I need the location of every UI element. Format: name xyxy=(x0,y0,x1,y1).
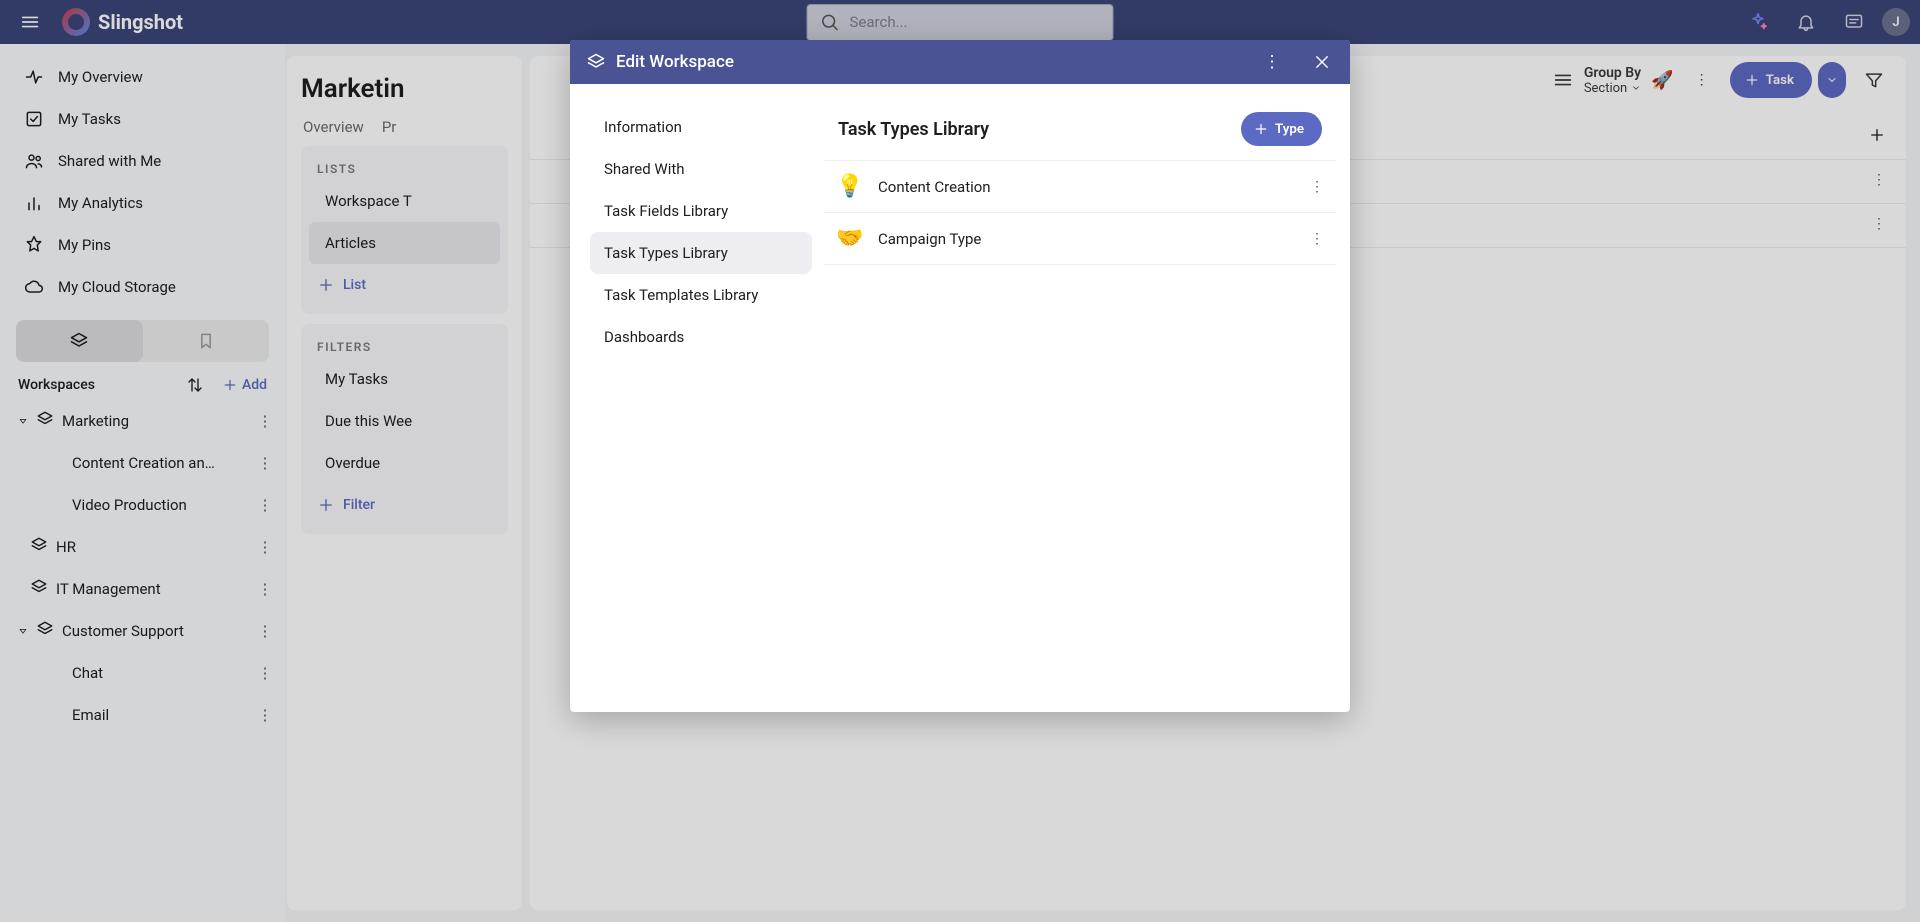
dialog-main-title: Task Types Library xyxy=(838,119,989,140)
type-name: Campaign Type xyxy=(878,230,1296,248)
type-row[interactable]: 💡 Content Creation ⋮ xyxy=(824,161,1336,213)
lightbulb-icon: 💡 xyxy=(836,174,864,199)
dlg-nav-information[interactable]: Information xyxy=(590,106,812,148)
more-icon[interactable]: ⋮ xyxy=(1310,231,1324,247)
layers-icon xyxy=(586,52,606,72)
dialog-body: Information Shared With Task Fields Libr… xyxy=(570,84,1350,712)
dialog-more-icon[interactable]: ⋮ xyxy=(1252,42,1292,82)
add-type-button[interactable]: Type xyxy=(1241,112,1322,146)
modal-overlay[interactable]: Edit Workspace ⋮ Information Shared With… xyxy=(0,0,1920,922)
dlg-nav-task-fields[interactable]: Task Fields Library xyxy=(590,190,812,232)
close-icon[interactable] xyxy=(1302,42,1342,82)
type-name: Content Creation xyxy=(878,178,1296,196)
type-button-label: Type xyxy=(1275,122,1304,137)
dialog-header: Edit Workspace ⋮ xyxy=(570,40,1350,84)
dialog-title: Edit Workspace xyxy=(616,52,734,72)
edit-workspace-dialog: Edit Workspace ⋮ Information Shared With… xyxy=(570,40,1350,712)
type-row[interactable]: 🤝 Campaign Type ⋮ xyxy=(824,213,1336,265)
more-icon[interactable]: ⋮ xyxy=(1310,179,1324,195)
dlg-nav-task-types[interactable]: Task Types Library xyxy=(590,232,812,274)
dialog-main: Task Types Library Type 💡 Content Creati… xyxy=(824,98,1336,698)
dlg-nav-task-templates[interactable]: Task Templates Library xyxy=(590,274,812,316)
dlg-nav-dashboards[interactable]: Dashboards xyxy=(590,316,812,358)
plus-icon xyxy=(1253,121,1269,137)
dlg-nav-shared-with[interactable]: Shared With xyxy=(590,148,812,190)
handshake-icon: 🤝 xyxy=(836,226,864,251)
dialog-nav: Information Shared With Task Fields Libr… xyxy=(584,98,818,698)
dialog-main-header: Task Types Library Type xyxy=(824,98,1336,161)
